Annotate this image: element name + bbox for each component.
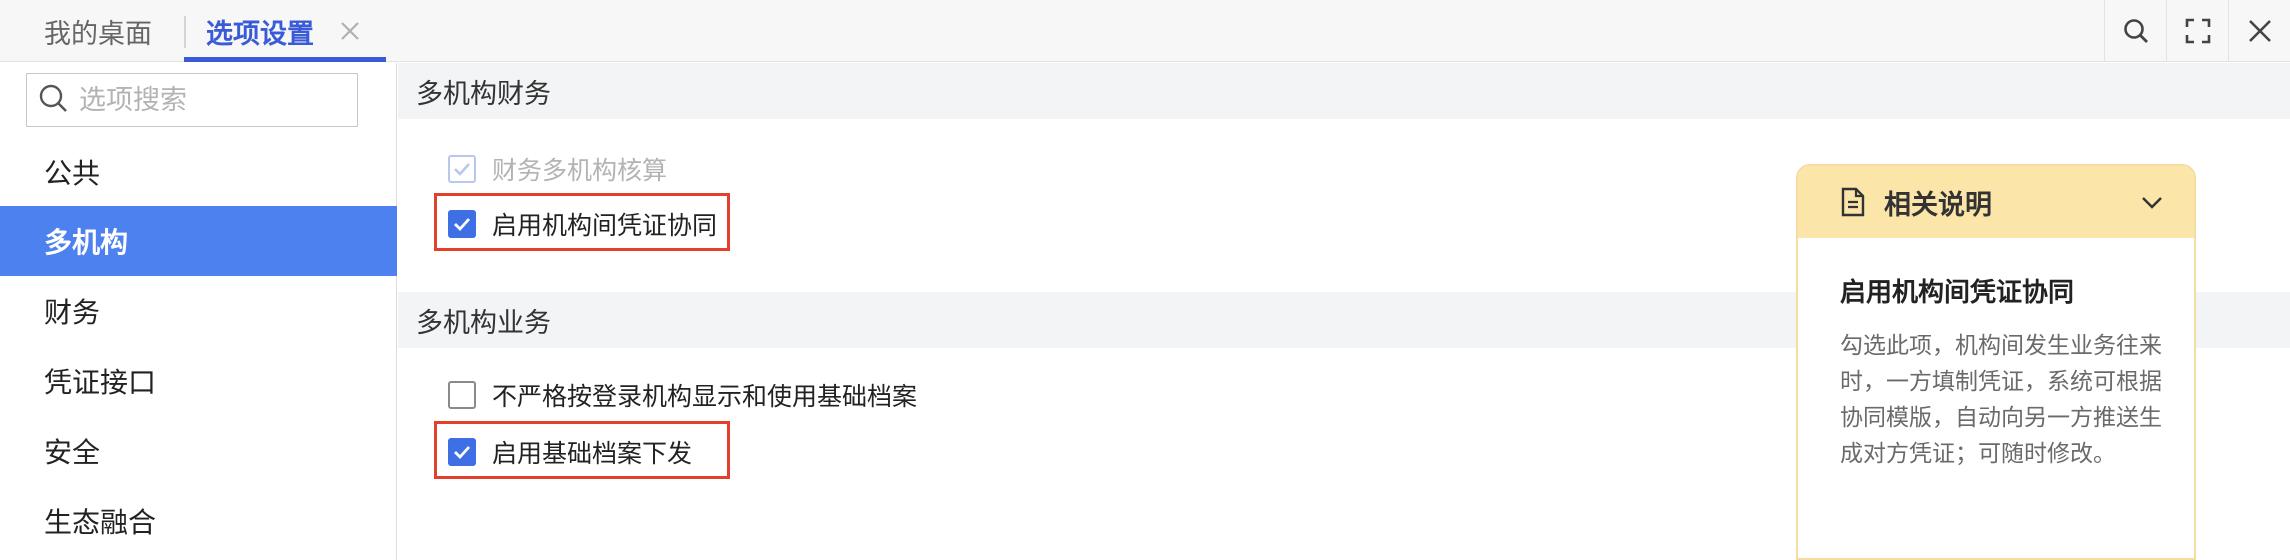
option-not-strict-login-org-archives[interactable]: 不严格按登录机构显示和使用基础档案	[448, 377, 917, 413]
help-panel: 相关说明 启用机构间凭证协同 勾选此项，机构间发生业务往来时，一方填制凭证，系统…	[1796, 164, 2196, 560]
sidebar-item-ecosystem[interactable]: 生态融合	[0, 486, 397, 556]
chevron-down-icon[interactable]	[2140, 190, 2164, 221]
option-label: 不严格按登录机构显示和使用基础档案	[492, 382, 918, 411]
close-icon[interactable]	[336, 17, 364, 45]
section-title: 多机构财务	[416, 78, 551, 110]
section-header-multi-org-finance: 多机构财务	[398, 63, 2290, 119]
help-title: 启用机构间凭证协同	[1840, 278, 2075, 308]
sidebar-item-security[interactable]: 安全	[0, 416, 397, 486]
search-icon[interactable]	[2104, 0, 2166, 62]
sidebar-item-label: 凭证接口	[44, 366, 157, 399]
section-title: 多机构业务	[416, 307, 551, 339]
close-icon[interactable]	[2228, 0, 2290, 62]
help-panel-header-label: 相关说明	[1884, 189, 1992, 221]
option-finance-multi-org-accounting: 财务多机构核算	[448, 151, 667, 187]
tab-my-desktop[interactable]: 我的桌面	[44, 0, 152, 62]
option-label: 启用基础档案下发	[492, 439, 693, 468]
options-sidebar: 公共 多机构 财务 凭证接口 安全 生态融合	[0, 63, 397, 560]
help-description: 勾选此项，机构间发生业务往来时，一方填制凭证，系统可根据协同模版，自动向另一方推…	[1840, 333, 2162, 467]
checkbox-enable-base-archive-distribution[interactable]	[448, 438, 476, 466]
tab-options-settings-label: 选项设置	[206, 18, 314, 50]
sidebar-item-label: 多机构	[44, 226, 129, 259]
sidebar-item-finance[interactable]: 财务	[0, 276, 397, 346]
fullscreen-icon[interactable]	[2166, 0, 2228, 62]
sidebar-item-voucher-interface[interactable]: 凭证接口	[0, 346, 397, 416]
search-icon	[37, 82, 69, 118]
option-label: 启用机构间凭证协同	[492, 211, 718, 240]
top-tab-bar: 我的桌面 选项设置	[0, 0, 2290, 62]
help-panel-header[interactable]: 相关说明	[1798, 166, 2194, 238]
sidebar-item-label: 财务	[44, 296, 101, 329]
checkbox-not-strict-login-org-archives[interactable]	[448, 381, 476, 409]
option-label: 财务多机构核算	[492, 156, 668, 185]
sidebar-item-label: 安全	[44, 436, 101, 469]
sidebar-item-label: 公共	[44, 157, 101, 190]
active-tab-indicator	[184, 57, 386, 62]
search-input[interactable]	[79, 84, 349, 116]
sidebar-item-multi-org[interactable]: 多机构	[0, 206, 397, 276]
tab-my-desktop-label: 我的桌面	[44, 18, 152, 50]
sidebar-item-public[interactable]: 公共	[0, 137, 397, 207]
checkbox-enable-inter-org-voucher-collab[interactable]	[448, 210, 476, 238]
tab-options-settings[interactable]: 选项设置	[184, 0, 386, 62]
window-actions	[2104, 0, 2290, 62]
search-box[interactable]	[26, 73, 358, 127]
option-enable-base-archive-distribution[interactable]: 启用基础档案下发	[448, 434, 692, 470]
option-enable-inter-org-voucher-collab[interactable]: 启用机构间凭证协同	[448, 206, 717, 242]
sidebar-item-label: 生态融合	[44, 506, 157, 539]
document-icon	[1840, 187, 1866, 217]
checkbox-finance-multi-org-accounting	[448, 155, 476, 183]
